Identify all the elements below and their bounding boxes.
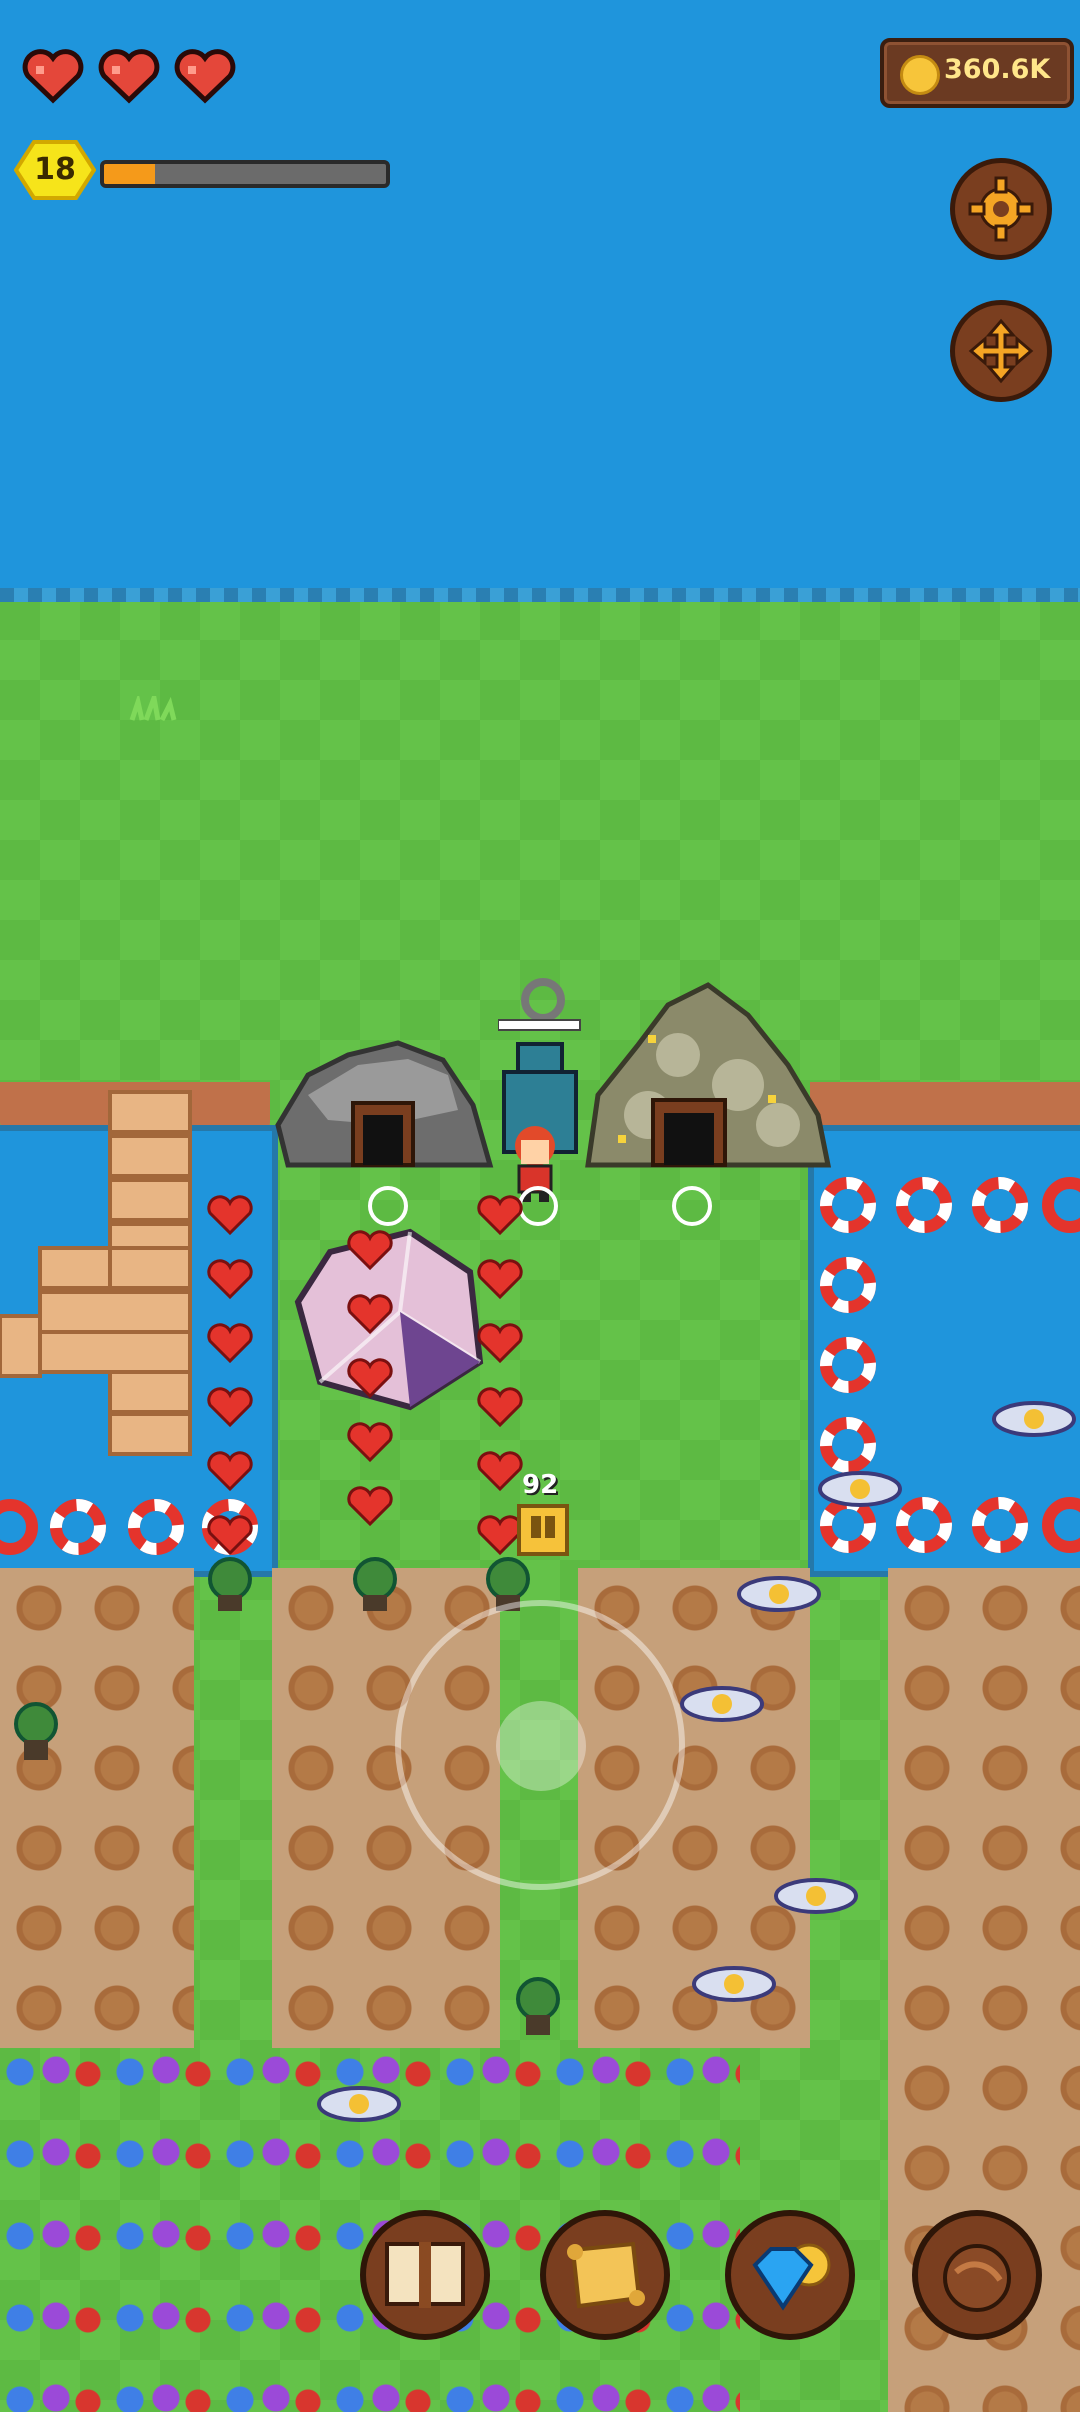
heart-icon: [22, 49, 84, 104]
goblin[interactable]: [6, 1700, 66, 1770]
heart-drop-stack: [207, 1195, 253, 1556]
damage-number: 92: [522, 1470, 559, 1500]
xp-progress-fill: [104, 164, 155, 184]
target-ring[interactable]: [672, 1186, 712, 1226]
level-badge: 18: [13, 138, 97, 202]
goblin[interactable]: [345, 1555, 405, 1615]
gem-coin-icon: [752, 2243, 831, 2311]
coin-counter[interactable]: 360.6K: [880, 38, 1074, 108]
shop-button[interactable]: [725, 2210, 855, 2340]
goblin[interactable]: [508, 1975, 568, 2045]
grass-tuft: [129, 696, 177, 722]
flying-drone[interactable]: [690, 1960, 778, 2016]
coin-amount: 360.6K: [944, 54, 1051, 85]
gear-icon: [968, 176, 1034, 242]
virtual-joystick[interactable]: [395, 1600, 685, 1890]
gold-mine: [585, 982, 832, 1168]
xp-progress-bar: [100, 160, 390, 188]
heart-icon: [98, 49, 160, 104]
level-number: 18: [34, 152, 76, 187]
gold-chest[interactable]: [515, 1500, 571, 1560]
flying-drone[interactable]: [772, 1872, 860, 1928]
scroll-map-icon: [567, 2241, 645, 2309]
flying-drone[interactable]: [990, 1395, 1078, 1451]
settings-button[interactable]: [950, 158, 1052, 260]
farm-plots-left[interactable]: [0, 1568, 194, 2048]
flying-drone[interactable]: [816, 1465, 904, 1521]
map-button[interactable]: [540, 2210, 670, 2340]
book-button[interactable]: [360, 2210, 490, 2340]
flying-drone[interactable]: [678, 1680, 766, 1736]
health-hearts: [22, 48, 236, 104]
move-arrows-icon: [968, 318, 1034, 384]
bag-button[interactable]: [912, 2210, 1042, 2340]
flying-drone[interactable]: [735, 1570, 823, 1626]
coin-icon: [900, 55, 940, 95]
book-icon: [385, 2242, 465, 2308]
joystick-knob[interactable]: [496, 1701, 586, 1791]
shoreline: [0, 588, 1080, 602]
heart-icon: [174, 49, 236, 104]
goblin[interactable]: [200, 1555, 260, 1615]
stone-mine: [275, 1040, 494, 1168]
move-mode-button[interactable]: [950, 300, 1052, 402]
leather-bag-icon: [943, 2244, 1011, 2312]
heart-drop-stack: [347, 1230, 393, 1527]
